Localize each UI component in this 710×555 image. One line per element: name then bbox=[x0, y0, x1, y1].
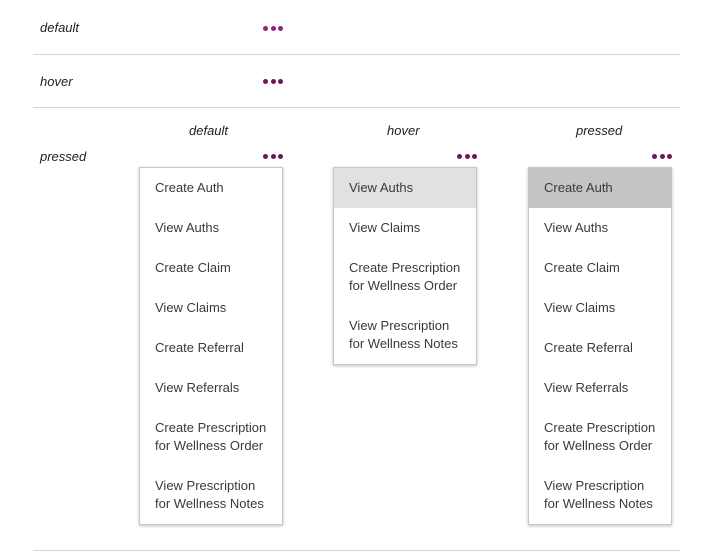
menu-item-create-claim[interactable]: Create Claim bbox=[140, 248, 282, 288]
menu-item-create-auth[interactable]: Create Auth bbox=[529, 168, 671, 208]
menu-item-view-prescription[interactable]: View Prescription for Wellness Notes bbox=[334, 306, 476, 364]
dropdown-menu-pressed: Create Auth View Auths Create Claim View… bbox=[528, 167, 672, 525]
divider bbox=[33, 54, 680, 55]
divider bbox=[33, 550, 680, 551]
menu-item-create-prescription[interactable]: Create Prescription for Wellness Order bbox=[529, 408, 671, 466]
more-horizontal-icon bbox=[263, 78, 268, 84]
more-horizontal-icon bbox=[652, 153, 657, 159]
row-label-default: default bbox=[40, 20, 80, 35]
divider bbox=[33, 107, 680, 108]
more-button-default[interactable] bbox=[263, 23, 283, 33]
column-label-hover: hover bbox=[387, 123, 420, 138]
menu-item-view-auths[interactable]: View Auths bbox=[140, 208, 282, 248]
more-horizontal-icon bbox=[457, 153, 462, 159]
row-label-pressed: pressed bbox=[40, 149, 87, 164]
menu-item-create-claim[interactable]: Create Claim bbox=[529, 248, 671, 288]
column-label-pressed: pressed bbox=[576, 123, 623, 138]
menu-item-view-referrals[interactable]: View Referrals bbox=[140, 368, 282, 408]
dropdown-menu-hover: View Auths View Claims Create Prescripti… bbox=[333, 167, 477, 365]
more-button-pressed-pressed[interactable] bbox=[652, 151, 672, 161]
more-horizontal-icon bbox=[263, 25, 268, 31]
menu-item-create-referral[interactable]: Create Referral bbox=[140, 328, 282, 368]
menu-item-create-auth[interactable]: Create Auth bbox=[140, 168, 282, 208]
menu-item-view-claims[interactable]: View Claims bbox=[529, 288, 671, 328]
column-label-default: default bbox=[189, 123, 229, 138]
more-button-pressed-hover[interactable] bbox=[457, 151, 477, 161]
menu-item-view-auths[interactable]: View Auths bbox=[334, 168, 476, 208]
menu-item-view-auths[interactable]: View Auths bbox=[529, 208, 671, 248]
menu-item-view-prescription[interactable]: View Prescription for Wellness Notes bbox=[529, 466, 671, 524]
more-button-pressed-default[interactable] bbox=[263, 151, 283, 161]
menu-item-view-claims[interactable]: View Claims bbox=[140, 288, 282, 328]
menu-item-create-referral[interactable]: Create Referral bbox=[529, 328, 671, 368]
menu-item-view-referrals[interactable]: View Referrals bbox=[529, 368, 671, 408]
menu-item-view-prescription[interactable]: View Prescription for Wellness Notes bbox=[140, 466, 282, 524]
more-horizontal-icon bbox=[263, 153, 268, 159]
dropdown-menu-default: Create Auth View Auths Create Claim View… bbox=[139, 167, 283, 525]
more-button-hover[interactable] bbox=[263, 76, 283, 86]
menu-item-view-claims[interactable]: View Claims bbox=[334, 208, 476, 248]
menu-item-create-prescription[interactable]: Create Prescription for Wellness Order bbox=[334, 248, 476, 306]
row-label-hover: hover bbox=[40, 74, 73, 89]
menu-item-create-prescription[interactable]: Create Prescription for Wellness Order bbox=[140, 408, 282, 466]
